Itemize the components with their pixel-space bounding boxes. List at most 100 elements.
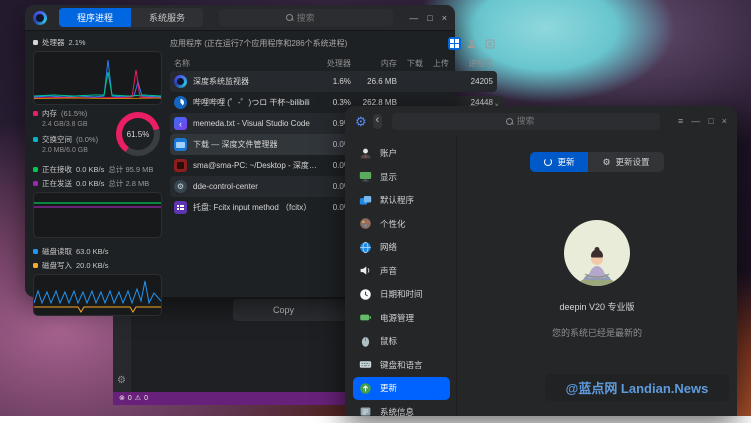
keyboard-icon (359, 358, 372, 371)
control-center-sidebar: 账户 显示 默认程序 个性化 网络 声音 (345, 136, 457, 416)
clock-icon (359, 288, 372, 301)
swap-label: 交换空间 (42, 134, 72, 145)
monitor-search-box[interactable] (219, 9, 393, 26)
sidebar-item-display[interactable]: 显示 (353, 166, 450, 189)
watermark-badge: @蓝点网 Landian.News (545, 374, 729, 401)
sidebar-item-default-apps[interactable]: 默认程序 (353, 189, 450, 212)
read-label: 磁盘读取 (42, 246, 72, 257)
col-upload[interactable]: 上传 (423, 58, 449, 69)
swap-usage: 2.0 MB/6.0 GB (33, 147, 116, 154)
recv-dot-icon (33, 167, 38, 172)
read-dot-icon (33, 249, 38, 254)
sidebar-item-keyboard[interactable]: 键盘和语言 (353, 354, 450, 377)
cpu-dot-icon (33, 40, 38, 45)
sidebar-item-power[interactable]: 电源管理 (353, 307, 450, 330)
meditating-person-icon (575, 242, 619, 286)
warnings-count: 0 (144, 395, 148, 402)
tab-services[interactable]: 系统服务 (131, 8, 203, 27)
send-dot-icon (33, 181, 38, 186)
battery-icon (359, 311, 372, 324)
default-apps-icon (359, 194, 372, 207)
net-recv-legend: 正在接收 0.0 KB/s 总计 95.9 MB (33, 164, 162, 175)
vscode-status-bar: ⊗ 0 ⚠ 0 (113, 392, 345, 405)
gear-icon[interactable]: ⚙ (117, 376, 126, 386)
memory-usage: 2.4 GB/3.8 GB (33, 121, 116, 128)
search-icon (506, 118, 513, 125)
network-icon (359, 241, 372, 254)
send-label: 正在发送 (42, 178, 72, 189)
gear-icon: ⚙ (602, 158, 610, 167)
memory-percent: (61.5%) (61, 109, 87, 118)
monitor-search-input[interactable] (297, 13, 327, 23)
system-info-icon (359, 405, 372, 418)
col-pid[interactable]: 进程号 (449, 58, 493, 69)
sidebar-item-network[interactable]: 网络 (353, 236, 450, 259)
write-rate: 20.0 KB/s (76, 261, 109, 270)
swap-dot-icon (33, 137, 38, 142)
back-button[interactable]: ‹ (373, 114, 382, 129)
sidebar-item-datetime[interactable]: 日期和时间 (353, 283, 450, 306)
table-row[interactable]: 深度系统监视器 1.6% 26.6 MB 24205 (170, 71, 497, 92)
table-header[interactable]: 名称 处理器 内存 下载 上传 进程号 (170, 55, 497, 71)
maximize-icon[interactable]: □ (427, 13, 432, 23)
disk-chart (33, 274, 162, 316)
sidebar-item-accounts[interactable]: 账户 (353, 142, 450, 165)
system-monitor-titlebar: 程序进程 系统服务 — □ × (25, 5, 455, 31)
tab-update-settings[interactable]: ⚙ 更新设置 (588, 152, 663, 172)
cpu-chart (33, 51, 162, 105)
swap-legend: 交换空间 (0.0%) (33, 134, 116, 145)
menu-icon[interactable]: ≡ (678, 116, 683, 126)
sidebar-item-system-info[interactable]: 系统信息 (353, 401, 450, 423)
warnings-icon: ⚠ (135, 395, 141, 402)
app-view-icon[interactable] (448, 37, 461, 50)
tab-update[interactable]: 更新 (530, 152, 588, 172)
errors-icon: ⊗ (119, 395, 125, 402)
col-download[interactable]: 下载 (397, 58, 423, 69)
person-icon (359, 147, 372, 160)
memory-dot-icon (33, 111, 38, 116)
update-icon (359, 382, 372, 395)
control-center-search-box[interactable] (392, 113, 660, 130)
close-icon[interactable]: × (442, 13, 447, 23)
read-rate: 63.0 KB/s (76, 247, 109, 256)
vscode-editor-area: Copy (131, 294, 345, 392)
maximize-icon[interactable]: □ (708, 116, 713, 126)
close-icon[interactable]: × (722, 116, 727, 126)
col-name[interactable]: 名称 (174, 58, 317, 69)
disk-read-legend: 磁盘读取 63.0 KB/s (33, 246, 162, 257)
cpu-value: 2.1% (69, 38, 86, 47)
disk-write-legend: 磁盘写入 20.0 KB/s (33, 260, 162, 271)
control-center-app-icon: ⚙ (174, 180, 187, 193)
net-send-legend: 正在发送 0.0 KB/s 总计 2.8 MB (33, 178, 162, 189)
personalization-icon (359, 217, 372, 230)
refresh-icon (544, 158, 552, 166)
sidebar-item-mouse[interactable]: 鼠标 (353, 330, 450, 353)
tab-processes[interactable]: 程序进程 (59, 8, 131, 27)
col-cpu[interactable]: 处理器 (317, 58, 351, 69)
network-chart (33, 192, 162, 238)
monitor-tab-switcher: 程序进程 系统服务 (59, 8, 203, 27)
file-manager-app-icon (174, 138, 187, 151)
copy-menu-label: Copy (273, 305, 294, 315)
recv-label: 正在接收 (42, 164, 72, 175)
write-dot-icon (33, 263, 38, 268)
my-process-view-icon[interactable] (466, 37, 479, 50)
write-label: 磁盘写入 (42, 260, 72, 271)
memory-legend: 内存 (61.5%) (33, 108, 116, 119)
up-to-date-illustration (564, 220, 630, 286)
send-total: 总计 2.8 MB (108, 178, 149, 189)
sidebar-item-update[interactable]: 更新 (353, 377, 450, 400)
sidebar-item-sound[interactable]: 声音 (353, 260, 450, 283)
minimize-icon[interactable]: — (409, 13, 418, 23)
search-icon (286, 14, 293, 21)
minimize-icon[interactable]: — (691, 116, 700, 126)
control-center-search-input[interactable] (517, 116, 547, 126)
context-menu-copy[interactable]: Copy (233, 299, 345, 321)
update-status-label: 您的系统已经是最新的 (552, 326, 642, 339)
cpu-legend: 处理器 2.1% (33, 37, 162, 48)
col-mem[interactable]: 内存 (351, 58, 397, 69)
all-process-view-icon[interactable] (484, 37, 497, 50)
sidebar-item-personalization[interactable]: 个性化 (353, 213, 450, 236)
fcitx-app-icon (174, 201, 187, 214)
mouse-icon (359, 335, 372, 348)
